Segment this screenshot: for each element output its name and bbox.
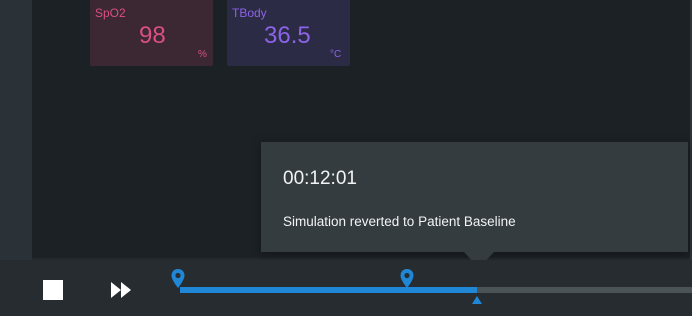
vital-unit-spo2: %: [198, 49, 207, 60]
vital-value-spo2: 98: [139, 22, 166, 49]
vital-label-tbody: TBody: [232, 6, 267, 20]
vital-label-spo2: SpO2: [95, 6, 126, 20]
monitor-frame-left: [0, 0, 32, 260]
timeline-scrubber[interactable]: [171, 260, 692, 316]
vital-unit-tbody: °C: [330, 49, 342, 60]
vital-tile-tbody[interactable]: TBody 36.5 °C: [227, 0, 350, 66]
fast-forward-button[interactable]: [110, 280, 134, 300]
event-message: Simulation reverted to Patient Baseline: [283, 214, 516, 229]
playback-bar: [0, 260, 692, 316]
vital-value-tbody: 36.5: [264, 22, 311, 49]
event-time: 00:12:01: [283, 168, 357, 189]
vital-tile-spo2[interactable]: SpO2 98 %: [90, 0, 213, 66]
event-tooltip: 00:12:01 Simulation reverted to Patient …: [261, 142, 688, 268]
stop-button[interactable]: [43, 280, 63, 300]
timeline-progress: [180, 287, 477, 293]
map-pin-icon[interactable]: [399, 268, 415, 290]
fast-forward-icon: [111, 282, 131, 298]
playhead-indicator[interactable]: [472, 296, 482, 304]
map-pin-icon[interactable]: [170, 268, 186, 290]
